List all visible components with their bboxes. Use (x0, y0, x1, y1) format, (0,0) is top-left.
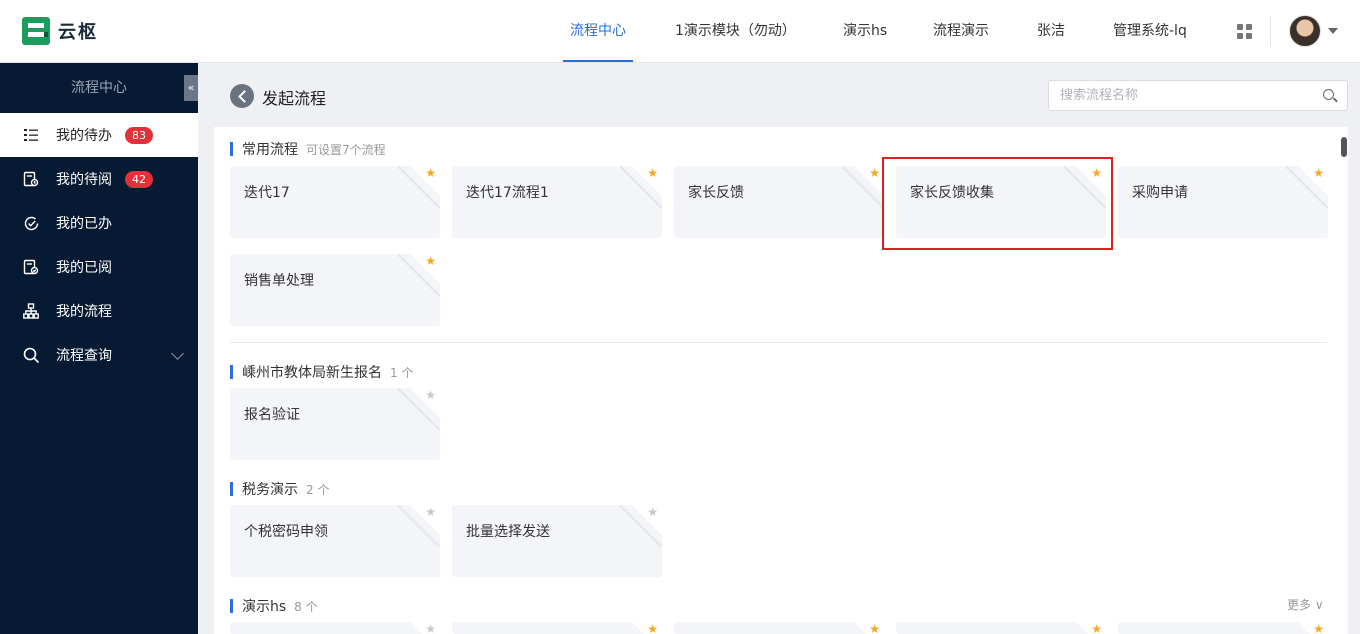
star-icon[interactable]: ★ (1091, 622, 1102, 634)
star-icon[interactable]: ★ (869, 166, 880, 180)
section-title-text: 演示hs (242, 599, 287, 615)
section-bar (230, 142, 233, 156)
section-title-tax-demo: 税务演示 2 个 (230, 479, 329, 499)
card-label: 迭代17 (244, 185, 290, 201)
more-link[interactable]: 更多 ∨ (1287, 596, 1324, 613)
section-divider (230, 342, 1327, 343)
sidebar-item-my-todo[interactable]: 我的待办 83 (0, 113, 198, 157)
sidebar-item-my-read[interactable]: 我的已阅 (0, 245, 198, 289)
to-read-count-badge: 42 (125, 170, 153, 188)
sidebar-item-label: 我的已阅 (56, 260, 112, 276)
star-icon[interactable]: ★ (647, 505, 658, 519)
card-label: 报名验证 (244, 407, 300, 423)
sidebar-item-label: 我的待阅 (56, 172, 112, 188)
header-divider (1270, 16, 1271, 46)
section-subtitle: 1 个 (390, 365, 414, 380)
sidebar: 流程中心 « 我的待办 83 我的待阅 42 我的已办 我的已阅 我的流程 流程… (0, 63, 198, 634)
section-subtitle: 2 个 (306, 482, 330, 497)
nav-demo-hs[interactable]: 演示hs (843, 0, 887, 62)
app-logo[interactable]: 云枢 (22, 17, 98, 45)
process-card[interactable]: 迭代17 ★ (230, 166, 440, 238)
back-button[interactable] (230, 84, 254, 108)
section-title-text: 税务演示 (242, 482, 298, 498)
chevron-down-icon: ∨ (1314, 598, 1324, 612)
section-title-text: 常用流程 (242, 142, 298, 158)
process-card[interactable]: 报名验证 ★ (230, 388, 440, 460)
card-label: 采购申请 (1132, 185, 1188, 201)
section-bar (230, 365, 233, 379)
apps-grid-icon[interactable] (1237, 24, 1252, 39)
done-icon (22, 214, 40, 232)
sidebar-item-my-process[interactable]: 我的流程 (0, 289, 198, 333)
star-icon[interactable]: ★ (425, 505, 436, 519)
process-card[interactable]: ★ (896, 622, 1106, 634)
process-card[interactable]: ★ (452, 622, 662, 634)
nav-process-center[interactable]: 流程中心 (563, 0, 633, 62)
sidebar-item-my-done[interactable]: 我的已办 (0, 201, 198, 245)
card-label: 家长反馈 (688, 185, 744, 201)
sidebar-item-label: 我的已办 (56, 216, 112, 232)
sidebar-item-my-to-read[interactable]: 我的待阅 42 (0, 157, 198, 201)
process-card[interactable]: 家长反馈 ★ (674, 166, 884, 238)
nav-zhangjie[interactable]: 张洁 (1037, 0, 1065, 62)
logo-text: 云枢 (58, 22, 98, 43)
star-icon[interactable]: ★ (647, 166, 658, 180)
collapse-sidebar-icon[interactable]: « (184, 75, 198, 101)
process-card[interactable]: ★ (1118, 622, 1328, 634)
search-icon (22, 346, 40, 364)
nav-demo-module[interactable]: 1演示模块（勿动） (675, 0, 796, 62)
process-card[interactable]: 销售单处理 ★ (230, 254, 440, 326)
logo-icon (22, 17, 50, 45)
star-icon[interactable]: ★ (1313, 622, 1324, 634)
scrollbar[interactable] (1341, 137, 1347, 157)
section-title-enrollment: 嵊州市教体局新生报名 1 个 (230, 362, 413, 382)
highlight-box (882, 157, 1113, 250)
star-icon[interactable]: ★ (1313, 166, 1324, 180)
card-label: 批量选择发送 (466, 524, 550, 540)
star-icon[interactable]: ★ (425, 622, 436, 634)
section-title-demo-hs: 演示hs 8 个 (230, 596, 318, 616)
section-bar (230, 599, 233, 613)
page-title: 发起流程 (262, 89, 327, 108)
sidebar-item-label: 流程查询 (56, 348, 112, 364)
process-card[interactable]: ★ (230, 622, 440, 634)
nav-management-lq[interactable]: 管理系统-lq (1113, 0, 1187, 62)
process-card[interactable]: 个税密码申领 ★ (230, 505, 440, 577)
search-input[interactable] (1049, 81, 1309, 110)
more-label: 更多 (1287, 598, 1312, 612)
sidebar-title: 流程中心 (71, 80, 127, 96)
process-card[interactable]: 批量选择发送 ★ (452, 505, 662, 577)
user-avatar[interactable] (1289, 15, 1321, 47)
todo-count-badge: 83 (125, 126, 153, 144)
search-box[interactable] (1048, 80, 1348, 111)
star-icon[interactable]: ★ (425, 166, 436, 180)
star-icon[interactable]: ★ (869, 622, 880, 634)
card-label: 个税密码申领 (244, 524, 328, 540)
caret-down-icon[interactable] (1328, 28, 1338, 34)
section-subtitle: 可设置7个流程 (306, 142, 386, 157)
read-icon (22, 258, 40, 276)
section-subtitle: 8 个 (294, 599, 318, 614)
sidebar-item-process-query[interactable]: 流程查询 (0, 333, 198, 377)
section-title-text: 嵊州市教体局新生报名 (242, 365, 382, 381)
card-label: 迭代17流程1 (466, 185, 549, 201)
todo-list-icon (22, 126, 40, 144)
workflow-tree-icon (22, 302, 40, 320)
process-card[interactable]: ★ (674, 622, 884, 634)
star-icon[interactable]: ★ (425, 254, 436, 268)
to-read-icon (22, 170, 40, 188)
chevron-down-icon[interactable] (171, 347, 184, 360)
star-icon[interactable]: ★ (647, 622, 658, 634)
section-title-common: 常用流程 可设置7个流程 (230, 139, 386, 159)
sidebar-item-label: 我的流程 (56, 304, 112, 320)
search-icon[interactable] (1323, 89, 1334, 100)
section-bar (230, 482, 233, 496)
top-bar: 云枢 流程中心 1演示模块（勿动） 演示hs 流程演示 张洁 管理系统-lq (0, 0, 1360, 63)
star-icon[interactable]: ★ (425, 388, 436, 402)
nav-process-demo[interactable]: 流程演示 (933, 0, 989, 62)
process-card[interactable]: 采购申请 ★ (1118, 166, 1328, 238)
card-label: 销售单处理 (244, 273, 314, 289)
sidebar-item-label: 我的待办 (56, 128, 112, 144)
process-card[interactable]: 迭代17流程1 ★ (452, 166, 662, 238)
